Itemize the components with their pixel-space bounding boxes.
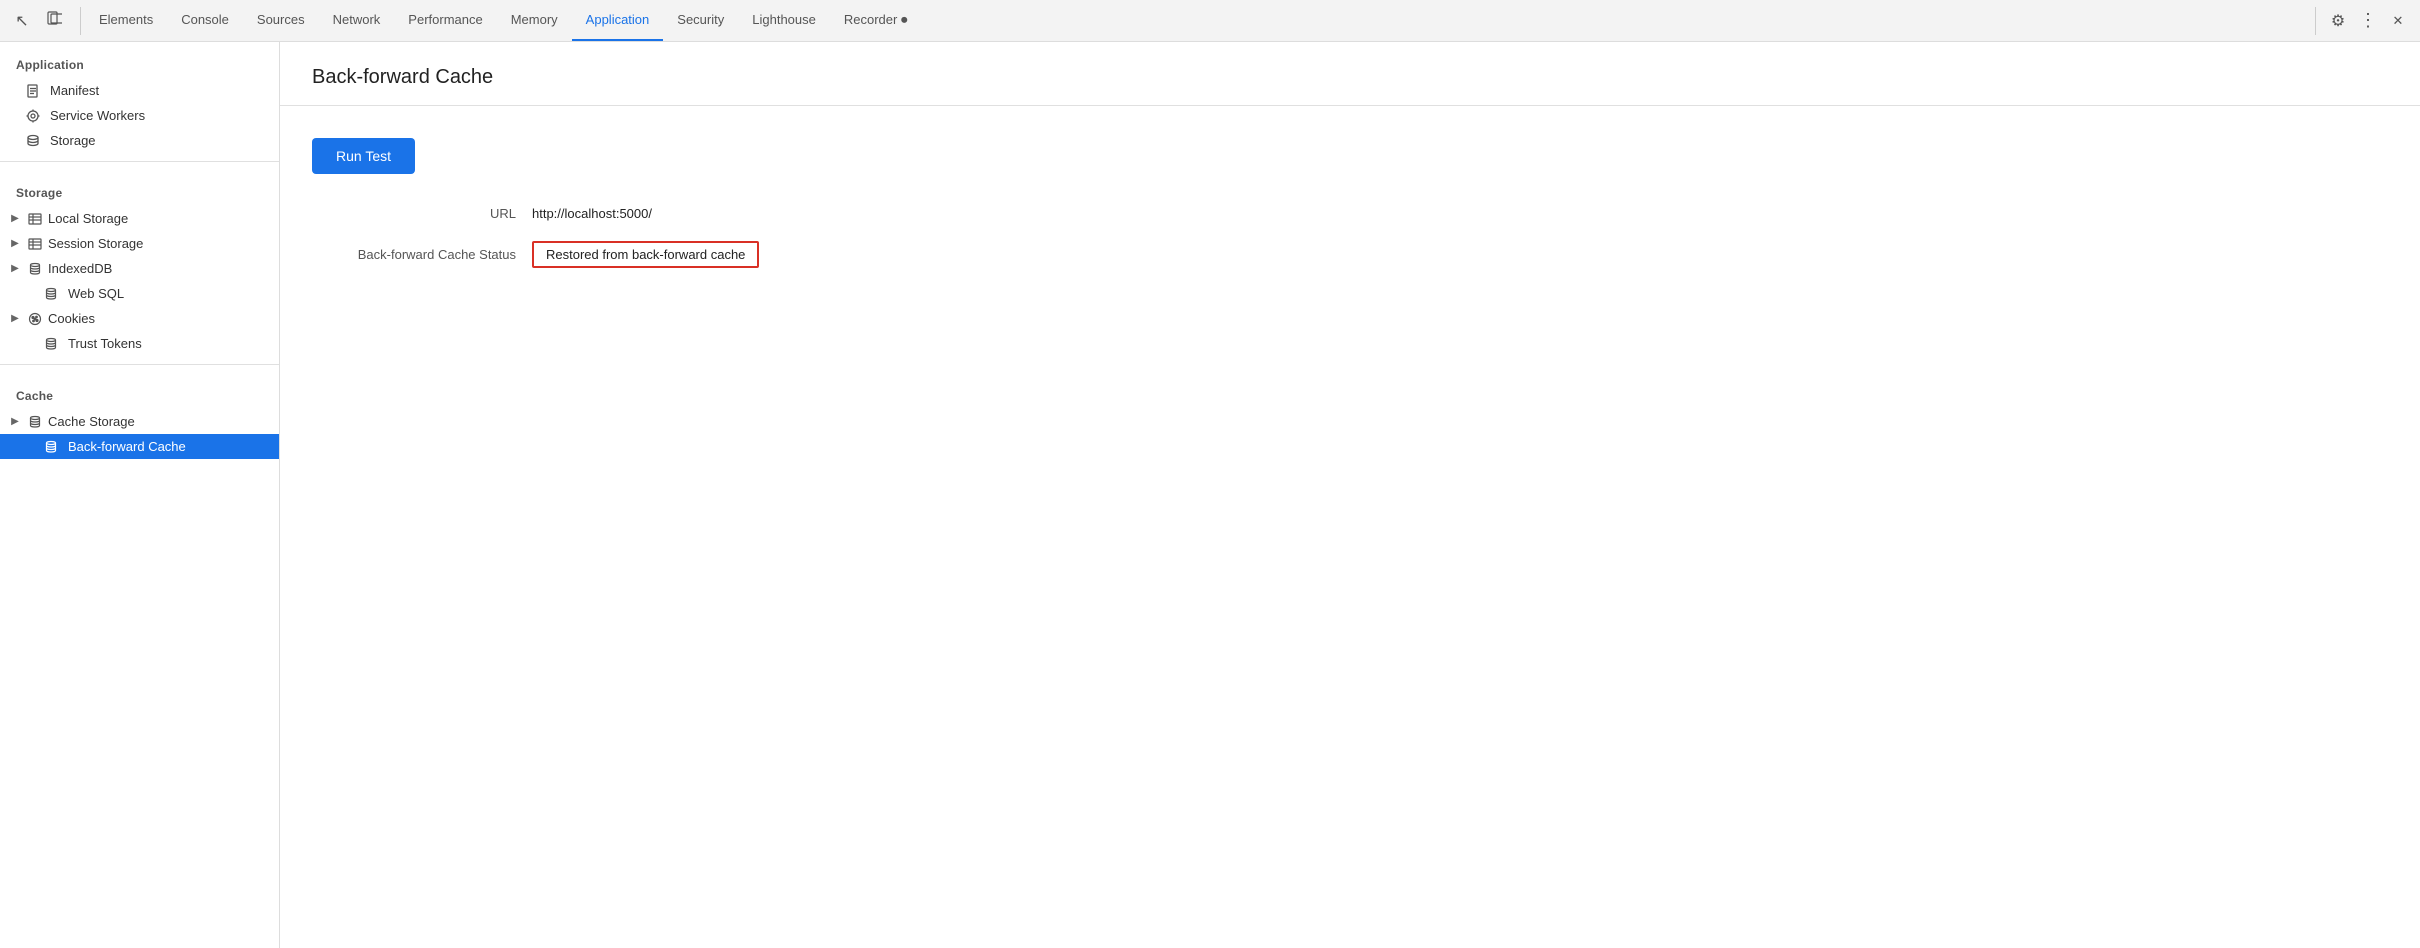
tab-memory[interactable]: Memory — [497, 0, 572, 41]
session-storage-icon — [26, 237, 44, 251]
tab-list: Elements Console Sources Network Perform… — [85, 0, 2311, 41]
url-value: http://localhost:5000/ — [532, 206, 652, 221]
manifest-icon — [24, 84, 42, 98]
storage-icon — [24, 134, 42, 148]
content-body: Run Test URL http://localhost:5000/ Back… — [280, 106, 2420, 320]
sidebar-item-session-storage-label: Session Storage — [48, 236, 143, 251]
content-area: Back-forward Cache Run Test URL http://l… — [280, 42, 2420, 948]
toolbar: ↖ Elements Console Sources Network Perfo… — [0, 0, 2420, 42]
tab-performance[interactable]: Performance — [394, 0, 496, 41]
tab-elements[interactable]: Elements — [85, 0, 167, 41]
close-button[interactable]: ✕ — [2384, 7, 2412, 35]
sidebar-item-service-workers-label: Service Workers — [50, 108, 145, 123]
cookies-icon — [26, 312, 44, 326]
cursor-icon: ↖ — [15, 11, 28, 31]
chevron-right-cookies: ▶ — [8, 313, 22, 324]
settings-icon: ⚙ — [2331, 11, 2345, 31]
sidebar-item-cookies-label: Cookies — [48, 311, 95, 326]
toolbar-right: ⚙ ⋮ ✕ — [2315, 7, 2412, 35]
sidebar-divider-1 — [0, 161, 279, 162]
page-title: Back-forward Cache — [280, 42, 2420, 106]
sidebar-divider-2 — [0, 364, 279, 365]
sidebar-item-local-storage[interactable]: ▶ Local Storage — [0, 206, 279, 231]
tab-network[interactable]: Network — [319, 0, 395, 41]
close-icon: ✕ — [2393, 13, 2404, 29]
status-value: Restored from back-forward cache — [532, 241, 759, 268]
status-label: Back-forward Cache Status — [312, 247, 532, 262]
status-row: Back-forward Cache Status Restored from … — [312, 241, 2388, 268]
sidebar-item-cache-storage-label: Cache Storage — [48, 414, 135, 429]
sidebar-item-service-workers[interactable]: Service Workers — [0, 103, 279, 128]
sidebar-item-trust-tokens[interactable]: Trust Tokens — [0, 331, 279, 356]
trust-tokens-icon — [42, 337, 60, 351]
url-label: URL — [312, 206, 532, 221]
chevron-right-session-storage: ▶ — [8, 238, 22, 249]
cursor-icon-btn[interactable]: ↖ — [8, 7, 36, 35]
sidebar-item-manifest[interactable]: Manifest — [0, 78, 279, 103]
sidebar-item-back-forward-cache[interactable]: Back-forward Cache — [0, 434, 279, 459]
sidebar-item-indexeddb[interactable]: ▶ IndexedDB — [0, 256, 279, 281]
sidebar-item-web-sql-label: Web SQL — [68, 286, 124, 301]
sidebar: Application Manifest — [0, 42, 280, 948]
toolbar-left-icons: ↖ — [8, 7, 81, 35]
sidebar-item-trust-tokens-label: Trust Tokens — [68, 336, 142, 351]
cache-storage-icon — [26, 415, 44, 429]
sidebar-item-manifest-label: Manifest — [50, 83, 99, 98]
tab-application[interactable]: Application — [572, 0, 664, 41]
sidebar-item-local-storage-label: Local Storage — [48, 211, 128, 226]
service-workers-icon — [24, 109, 42, 123]
sidebar-section-storage: Storage — [0, 170, 279, 206]
run-test-button[interactable]: Run Test — [312, 138, 415, 174]
sidebar-item-indexeddb-label: IndexedDB — [48, 261, 112, 276]
sidebar-item-cookies[interactable]: ▶ Cookies — [0, 306, 279, 331]
sidebar-item-back-forward-cache-label: Back-forward Cache — [68, 439, 186, 454]
sidebar-section-application: Application — [0, 42, 279, 78]
tab-recorder[interactable]: Recorder ⏺ — [830, 0, 922, 41]
sidebar-item-web-sql[interactable]: Web SQL — [0, 281, 279, 306]
sidebar-section-cache: Cache — [0, 373, 279, 409]
chevron-right-local-storage: ▶ — [8, 213, 22, 224]
more-button[interactable]: ⋮ — [2354, 7, 2382, 35]
device-icon — [46, 11, 62, 30]
indexeddb-icon — [26, 262, 44, 276]
more-icon: ⋮ — [2359, 10, 2377, 31]
tab-console[interactable]: Console — [167, 0, 243, 41]
sidebar-item-cache-storage[interactable]: ▶ Cache Storage — [0, 409, 279, 434]
settings-button[interactable]: ⚙ — [2324, 7, 2352, 35]
tab-lighthouse[interactable]: Lighthouse — [738, 0, 830, 41]
chevron-right-indexeddb: ▶ — [8, 263, 22, 274]
url-row: URL http://localhost:5000/ — [312, 206, 2388, 221]
local-storage-icon — [26, 212, 44, 226]
device-icon-btn[interactable] — [40, 7, 68, 35]
sidebar-item-session-storage[interactable]: ▶ Session Storage — [0, 231, 279, 256]
main-layout: Application Manifest — [0, 42, 2420, 948]
back-forward-cache-icon — [42, 440, 60, 454]
web-sql-icon — [42, 287, 60, 301]
chevron-right-cache-storage: ▶ — [8, 416, 22, 427]
sidebar-item-storage-label: Storage — [50, 133, 96, 148]
tab-security[interactable]: Security — [663, 0, 738, 41]
sidebar-item-storage[interactable]: Storage — [0, 128, 279, 153]
tab-sources[interactable]: Sources — [243, 0, 319, 41]
